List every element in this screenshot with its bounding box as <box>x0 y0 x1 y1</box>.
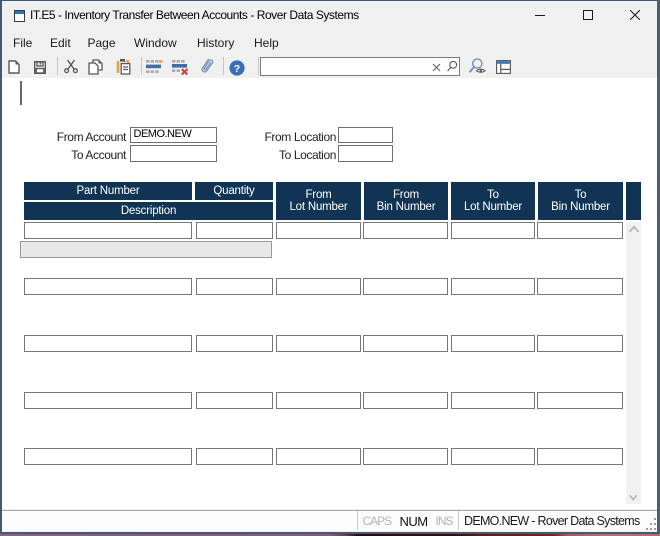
svg-text:?: ? <box>234 63 240 75</box>
